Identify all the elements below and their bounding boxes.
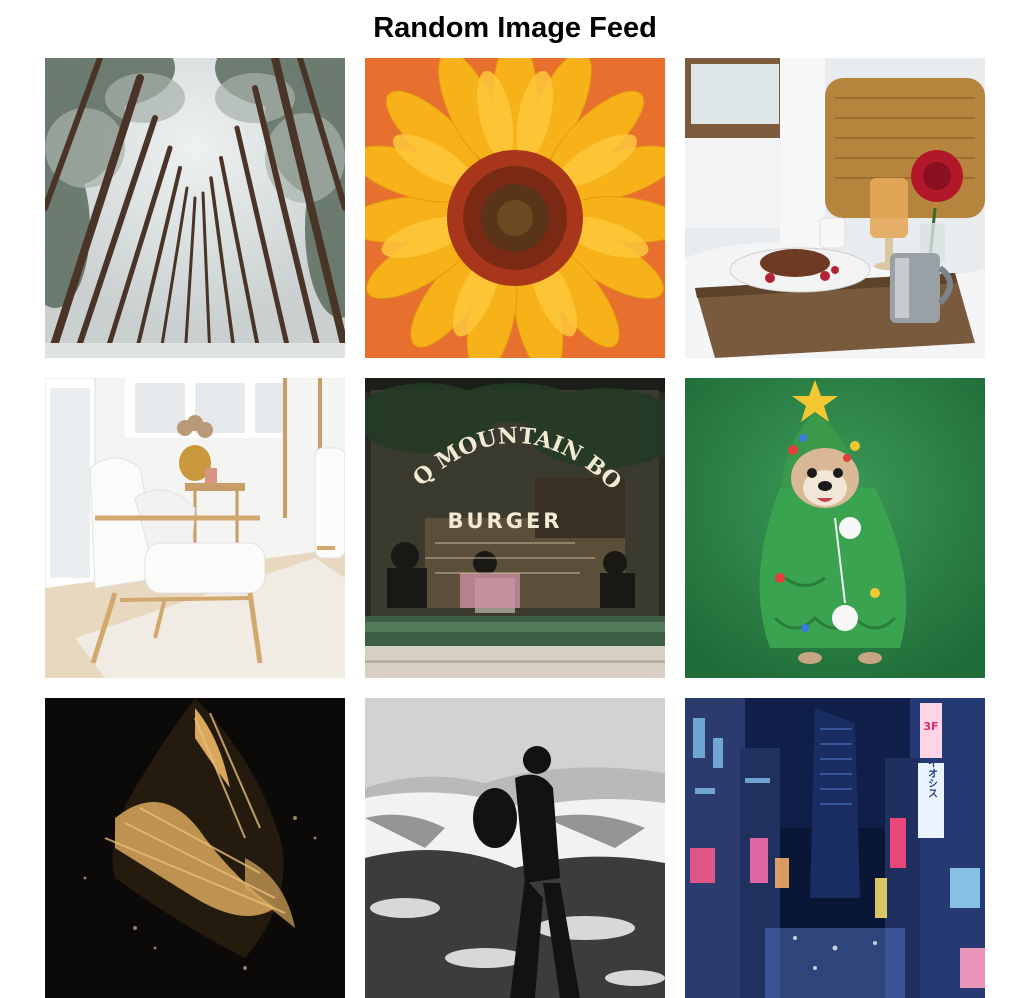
burger-shop-picture: BBQ MOUNTAIN BOYS BURGER bbox=[365, 378, 665, 678]
neon-sign-3f: 3F bbox=[923, 720, 938, 733]
neon-sign-iosys: イオシス bbox=[926, 758, 938, 798]
hiker-picture bbox=[365, 698, 665, 998]
sign-burger-text: BURGER bbox=[448, 509, 563, 533]
armchair-picture bbox=[45, 378, 345, 678]
sunflower-picture bbox=[365, 58, 665, 358]
feed-image-neon-city[interactable]: 3F イオシス bbox=[685, 698, 985, 998]
feed-image-armchair[interactable] bbox=[45, 378, 345, 678]
feed-image-gold-stroke[interactable] bbox=[45, 698, 345, 998]
feed-image-hiker[interactable] bbox=[365, 698, 665, 998]
feed-image-burger-shop[interactable]: BBQ MOUNTAIN BOYS BURGER bbox=[365, 378, 665, 678]
feed-image-sunflower[interactable] bbox=[365, 58, 665, 358]
image-feed-grid: BBQ MOUNTAIN BOYS BURGER bbox=[45, 58, 985, 998]
feed-image-dog[interactable] bbox=[685, 378, 985, 678]
dog-picture bbox=[685, 378, 985, 678]
neon-city-picture: 3F イオシス bbox=[685, 698, 985, 998]
feed-image-breakfast[interactable] bbox=[685, 58, 985, 358]
forest-picture bbox=[45, 58, 345, 358]
breakfast-picture bbox=[685, 58, 985, 358]
page-title: Random Image Feed bbox=[373, 12, 657, 44]
feed-image-forest[interactable] bbox=[45, 58, 345, 358]
gold-stroke-picture bbox=[45, 698, 345, 998]
